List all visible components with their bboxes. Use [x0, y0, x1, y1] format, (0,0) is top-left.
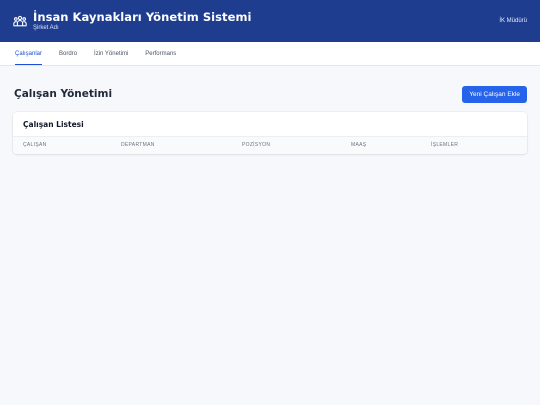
add-employee-button[interactable]: Yeni Çalışan Ekle — [462, 85, 527, 103]
employee-list-card: Çalışan Listesi ÇALIŞAN DEPARTMAN POZİSY… — [13, 112, 527, 154]
card-header: Çalışan Listesi — [13, 112, 527, 137]
app-title: İnsan Kaynakları Yönetim Sistemi — [33, 10, 252, 24]
column-header-department: DEPARTMAN — [121, 142, 155, 148]
table-header: ÇALIŞAN DEPARTMAN POZİSYON MAAŞ İŞLEMLER — [13, 137, 527, 154]
column-header-salary: MAAŞ — [351, 142, 367, 148]
company-name: Şirket Adı — [33, 25, 59, 31]
tab-bordro[interactable]: Bordro — [59, 42, 77, 65]
column-header-employee: ÇALIŞAN — [23, 142, 47, 148]
tab-izin-yonetimi[interactable]: İzin Yönetimi — [94, 42, 128, 65]
main-nav: Çalışanlar Bordro İzin Yönetimi Performa… — [0, 42, 540, 66]
brand: İnsan Kaynakları Yönetim Sistemi Şirket … — [33, 10, 251, 32]
people-group-icon — [13, 14, 27, 28]
card-title: Çalışan Listesi — [23, 119, 84, 129]
column-header-position: POZİSYON — [242, 142, 271, 148]
page-header: Çalışan Yönetimi Yeni Çalışan Ekle — [0, 85, 540, 103]
user-role-menu[interactable]: İK Müdürü — [499, 18, 527, 24]
app-header: İnsan Kaynakları Yönetim Sistemi Şirket … — [0, 0, 540, 42]
page-title: Çalışan Yönetimi — [14, 88, 113, 100]
main-content: Çalışan Yönetimi Yeni Çalışan Ekle Çalış… — [0, 85, 540, 154]
column-header-actions: İŞLEMLER — [431, 142, 459, 148]
tab-performans[interactable]: Performans — [145, 42, 176, 65]
tab-calisanlar[interactable]: Çalışanlar — [15, 42, 43, 65]
